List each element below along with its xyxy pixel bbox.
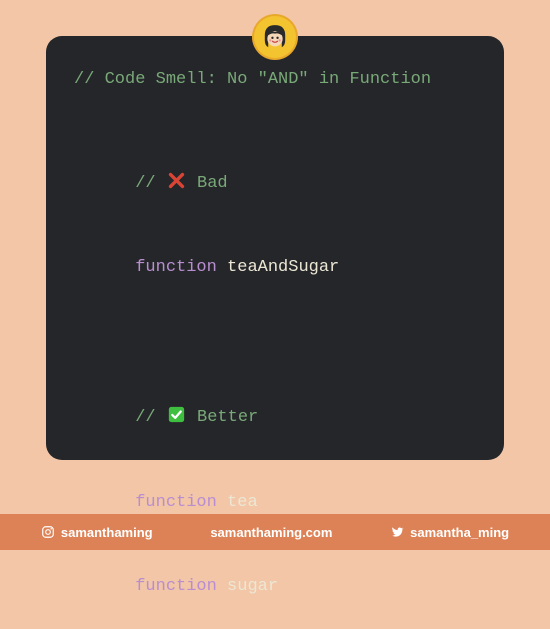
title-comment: // Code Smell: No "AND" in Function — [74, 66, 478, 94]
check-mark-icon — [168, 406, 185, 423]
bad-code-line: function teaAndSugar — [74, 226, 478, 310]
better-code-line-2: function sugar — [74, 545, 478, 629]
avatar-illustration-icon — [258, 20, 292, 54]
bad-comment: // Bad — [74, 142, 478, 226]
better-code-line-1: function tea — [74, 460, 478, 544]
cross-mark-icon — [168, 172, 185, 189]
author-avatar — [254, 16, 296, 58]
code-card: // Code Smell: No "AND" in Function // B… — [46, 36, 504, 460]
instagram-icon — [41, 525, 55, 539]
better-comment: // Better — [74, 376, 478, 460]
